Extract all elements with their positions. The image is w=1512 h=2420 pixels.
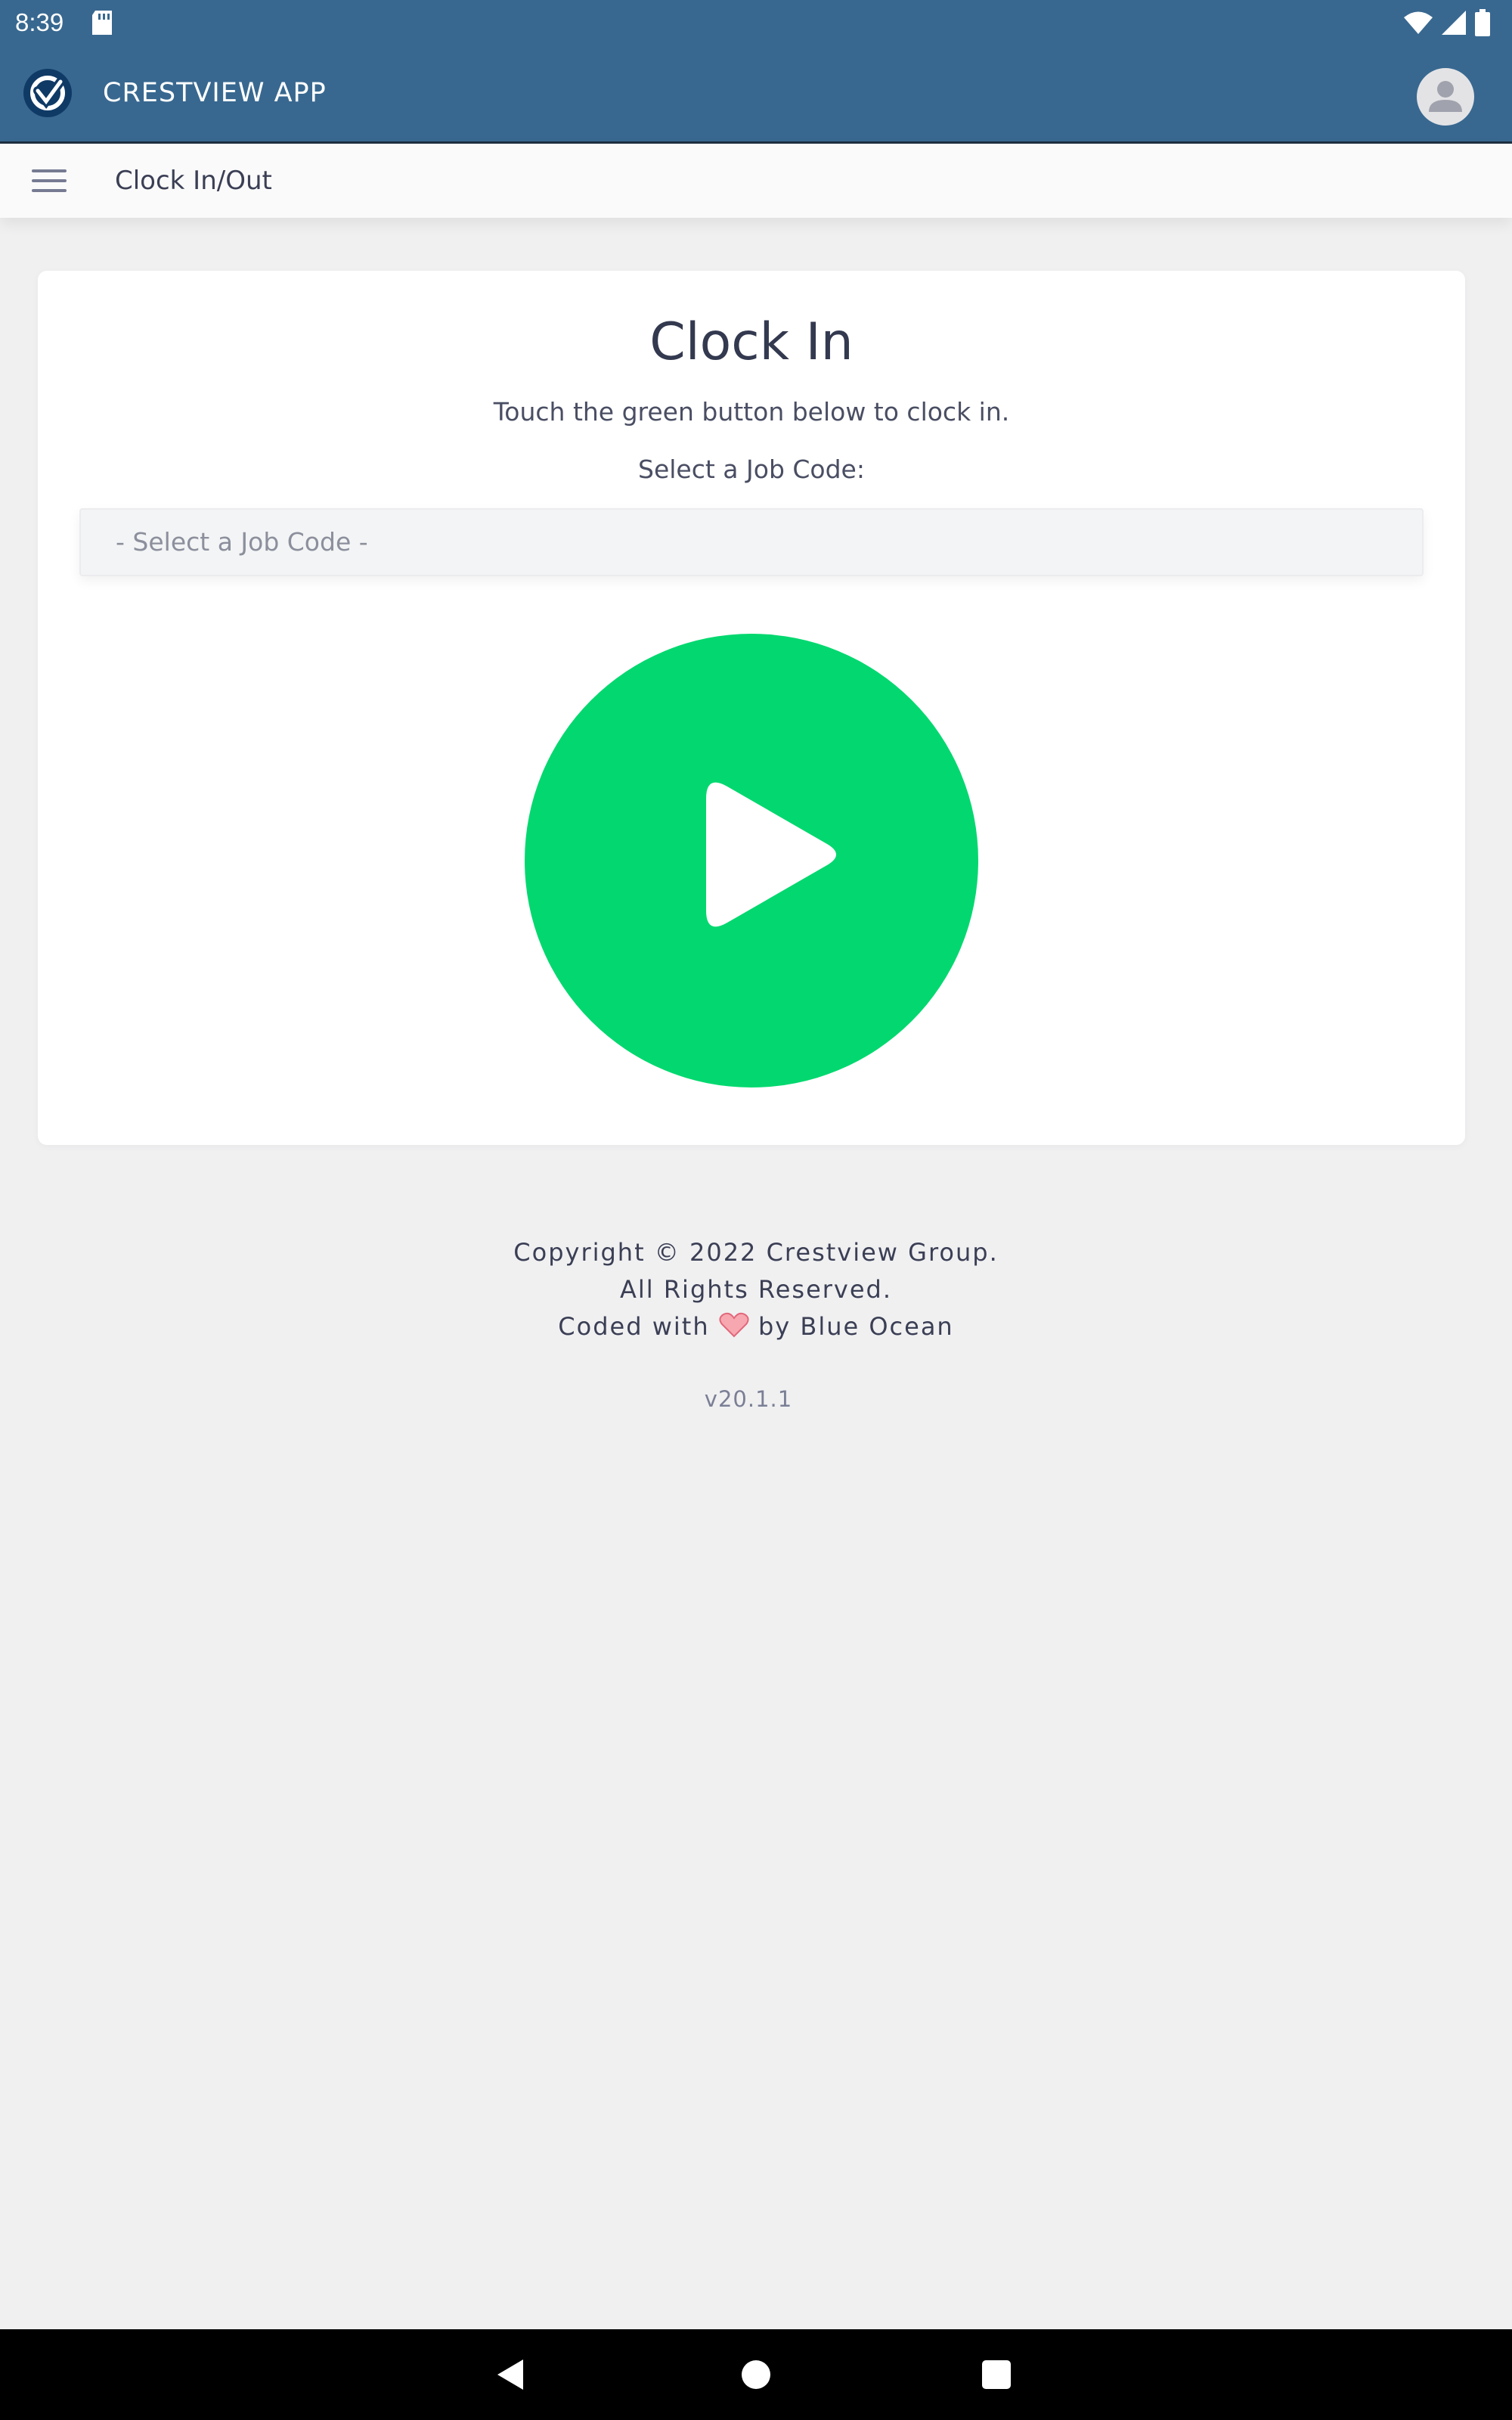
wifi-icon xyxy=(1404,11,1433,34)
page-title: Clock In xyxy=(649,312,854,372)
footer: Copyright © 2022 Crestview Group. All Ri… xyxy=(0,1234,1512,1345)
back-icon[interactable] xyxy=(491,2355,531,2394)
clock-in-card: Clock In Touch the green button below to… xyxy=(38,271,1465,1145)
job-code-placeholder: - Select a Job Code - xyxy=(116,527,368,557)
clock-in-button[interactable] xyxy=(525,634,978,1087)
status-bar: 8:39 xyxy=(0,0,1512,47)
play-icon xyxy=(706,782,836,927)
clock-in-hint: Touch the green button below to clock in… xyxy=(493,397,1010,427)
system-nav-bar xyxy=(0,2329,1512,2420)
sd-card-icon xyxy=(92,11,112,35)
app-title: CRESTVIEW APP xyxy=(103,78,327,108)
signal-icon xyxy=(1442,11,1466,35)
battery-icon xyxy=(1475,9,1490,36)
breadcrumb: Clock In/Out xyxy=(115,166,272,196)
rights-text: All Rights Reserved. xyxy=(619,1275,893,1304)
crestview-logo-icon[interactable] xyxy=(23,68,73,118)
app-bar: CRESTVIEW APP xyxy=(0,47,1512,144)
heart-icon xyxy=(719,1312,749,1338)
user-avatar-icon[interactable] xyxy=(1417,68,1474,126)
credits-prefix: Coded with xyxy=(558,1312,710,1341)
home-icon[interactable] xyxy=(736,2355,776,2394)
system-icons xyxy=(1403,9,1491,36)
sub-header: Clock In/Out xyxy=(0,144,1512,218)
version-text: v20.1.1 xyxy=(704,1386,793,1412)
recents-icon[interactable] xyxy=(977,2355,1016,2394)
credits-text: Coded with by Blue Ocean xyxy=(0,1308,1512,1345)
copyright-text: Copyright © 2022 Crestview Group. xyxy=(513,1238,999,1267)
hamburger-menu-icon[interactable] xyxy=(32,166,67,195)
status-time: 8:39 xyxy=(15,8,64,36)
job-code-select[interactable]: - Select a Job Code - xyxy=(79,508,1424,576)
job-code-label: Select a Job Code: xyxy=(638,455,865,484)
credits-suffix: by Blue Ocean xyxy=(758,1312,954,1341)
